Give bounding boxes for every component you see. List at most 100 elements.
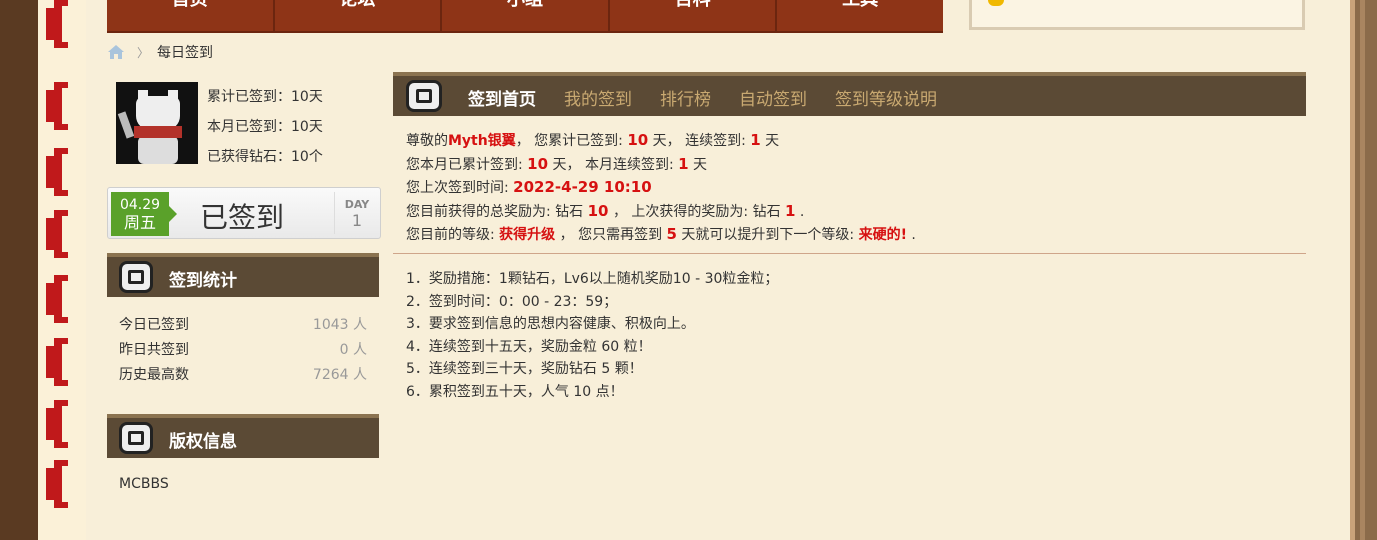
info-text: ， 您只需再签到 <box>555 227 667 243</box>
info-line-1: 尊敬的Myth银翼， 您累计已签到: 10 天， 连续签到: 1 天 <box>406 129 916 153</box>
hook-decoration <box>46 338 68 386</box>
hook-decoration <box>46 210 68 258</box>
stat-row-record: 历史最高数 7264 人 <box>119 364 367 384</box>
hand-icon <box>988 0 1004 6</box>
info-line-3: 您上次签到时间: 2022-4-29 10:10 <box>406 176 916 200</box>
top-right-panel <box>969 0 1305 30</box>
breadcrumb-separator: 〉 <box>137 45 150 60</box>
sign-info: 尊敬的Myth银翼， 您累计已签到: 10 天， 连续签到: 1 天 您本月已累… <box>406 129 916 247</box>
info-text: 您本月已累计签到: <box>406 156 528 173</box>
date-badge: 04.29 周五 <box>111 192 169 236</box>
hook-decoration <box>46 400 68 448</box>
hook-decoration <box>46 82 68 130</box>
weekday-text: 周五 <box>123 213 156 232</box>
current-level: 获得升级 <box>499 227 556 243</box>
left-frame <box>0 0 38 540</box>
last-reward: 1 <box>785 201 796 220</box>
avatar[interactable] <box>116 82 198 164</box>
continuous-days: 1 <box>750 131 761 149</box>
stat-row-today: 今日已签到 1043 人 <box>119 314 367 334</box>
username[interactable]: Myth银翼 <box>448 133 516 149</box>
home-icon[interactable] <box>107 44 125 60</box>
stat-row-yesterday: 昨日共签到 0 人 <box>119 339 367 359</box>
rules-list: 1．奖励措施：1颗钻石，Lv6以上随机奖励10 - 30粒金粒； 2．签到时间：… <box>406 268 778 404</box>
nav-item-home[interactable]: 首页 <box>107 0 275 31</box>
info-text: 尊敬的 <box>406 133 448 149</box>
tabs-badge-icon <box>406 80 442 112</box>
tab-auto-sign[interactable]: 自动签到 <box>739 85 807 110</box>
info-text: ， 上次获得的奖励为: 钻石 <box>608 203 786 220</box>
rule-item: 1．奖励措施：1颗钻石，Lv6以上随机奖励10 - 30粒金粒； <box>406 271 779 287</box>
copyright-text: MCBBS <box>119 476 169 492</box>
rule-item: 4．连续签到十五天，奖励金粒 60 粒！ <box>406 338 652 355</box>
rule-item: 2．签到时间：0：00 - 23：59； <box>406 293 618 310</box>
user-stat-month: 本月已签到：10天 <box>207 119 323 135</box>
sign-stats-header: 签到统计 <box>107 253 379 297</box>
copyright-header: 版权信息 <box>107 414 379 458</box>
info-text: 天 <box>688 156 708 173</box>
day-counter: DAY 1 <box>334 192 379 234</box>
info-line-4: 您目前获得的总奖励为: 钻石 10 ， 上次获得的奖励为: 钻石 1 . <box>406 200 916 224</box>
info-text: 您目前获得的总奖励为: 钻石 <box>406 203 588 220</box>
breadcrumb-current[interactable]: 每日签到 <box>157 42 213 62</box>
month-days: 10 <box>527 154 549 173</box>
stat-label: 昨日共签到 <box>119 342 189 358</box>
info-text: 天， 连续签到: <box>648 133 751 149</box>
tabs-bar: 签到首页 我的签到 排行榜 自动签到 签到等级说明 <box>393 72 1306 116</box>
day-label: DAY <box>344 198 370 211</box>
nav-item-group[interactable]: 小组 <box>442 0 610 31</box>
total-reward: 10 <box>587 201 609 220</box>
stat-value: 0 人 <box>339 342 367 358</box>
hook-decoration <box>46 148 68 196</box>
stat-label: 今日已签到 <box>119 317 189 333</box>
date-text: 04.29 <box>119 197 161 213</box>
user-stat-diamond: 已获得钻石：10个 <box>207 149 323 165</box>
nav-item-wiki[interactable]: 百科 <box>610 0 778 31</box>
nav-item-forum[interactable]: 论坛 <box>275 0 443 31</box>
hook-decoration <box>46 0 68 48</box>
sign-stats-title: 签到统计 <box>169 271 237 291</box>
tab-ranking[interactable]: 排行榜 <box>660 85 711 110</box>
top-nav: 首页 论坛 小组 百科 工具 <box>107 0 943 33</box>
day-value: 1 <box>351 211 363 230</box>
user-stat-total: 累计已签到：10天 <box>207 89 323 105</box>
stat-value: 7264 人 <box>312 367 367 383</box>
signed-label: 已签到 <box>200 201 285 234</box>
sign-in-button[interactable]: 04.29 周五 已签到 DAY 1 <box>107 187 381 239</box>
stat-value: 1043 人 <box>312 317 367 333</box>
tab-sign-home[interactable]: 签到首页 <box>468 85 536 110</box>
need-days: 5 <box>666 225 677 243</box>
info-line-2: 您本月已累计签到: 10 天， 本月连续签到: 1 天 <box>406 153 916 177</box>
copyright-title: 版权信息 <box>169 432 237 452</box>
divider <box>393 253 1306 254</box>
total-days: 10 <box>627 131 649 149</box>
date-arrow <box>169 206 177 222</box>
user-stats: 累计已签到：10天 本月已签到：10天 已获得钻石：10个 <box>207 82 323 172</box>
last-sign-time: 2022-4-29 10:10 <box>513 178 652 196</box>
tab-my-sign[interactable]: 我的签到 <box>564 85 632 110</box>
info-text: . <box>906 227 916 243</box>
info-text: . <box>795 203 805 220</box>
stat-label: 历史最高数 <box>119 367 189 383</box>
info-text: 您上次签到时间: <box>406 180 514 196</box>
rule-item: 3．要求签到信息的思想内容健康、积极向上。 <box>406 316 695 333</box>
month-continuous: 1 <box>678 154 689 173</box>
info-text: 天， 本月连续签到: <box>548 156 679 173</box>
info-text: 您目前的等级: <box>406 227 500 243</box>
next-level: 来硬的! <box>858 227 907 243</box>
info-line-5: 您目前的等级: 获得升级 ， 您只需再签到 5 天就可以提升到下一个等级: 来硬… <box>406 223 916 247</box>
tab-level-info[interactable]: 签到等级说明 <box>835 85 937 110</box>
copyright-badge-icon <box>119 422 153 454</box>
info-text: 天 <box>760 133 780 149</box>
rule-item: 5．连续签到三十天，奖励钻石 5 颗！ <box>406 361 643 378</box>
info-text: 天就可以提升到下一个等级: <box>676 227 859 243</box>
right-frame <box>1350 0 1377 540</box>
breadcrumb: 〉 每日签到 <box>107 42 213 62</box>
nav-item-tools[interactable]: 工具 <box>777 0 943 31</box>
rule-item: 6．累积签到五十天，人气 10 点！ <box>406 383 624 400</box>
left-margin <box>38 0 86 540</box>
hook-decoration <box>46 275 68 323</box>
sign-badge-icon <box>119 261 153 293</box>
hook-decoration <box>46 460 68 508</box>
info-text: ， 您累计已签到: <box>515 133 628 149</box>
